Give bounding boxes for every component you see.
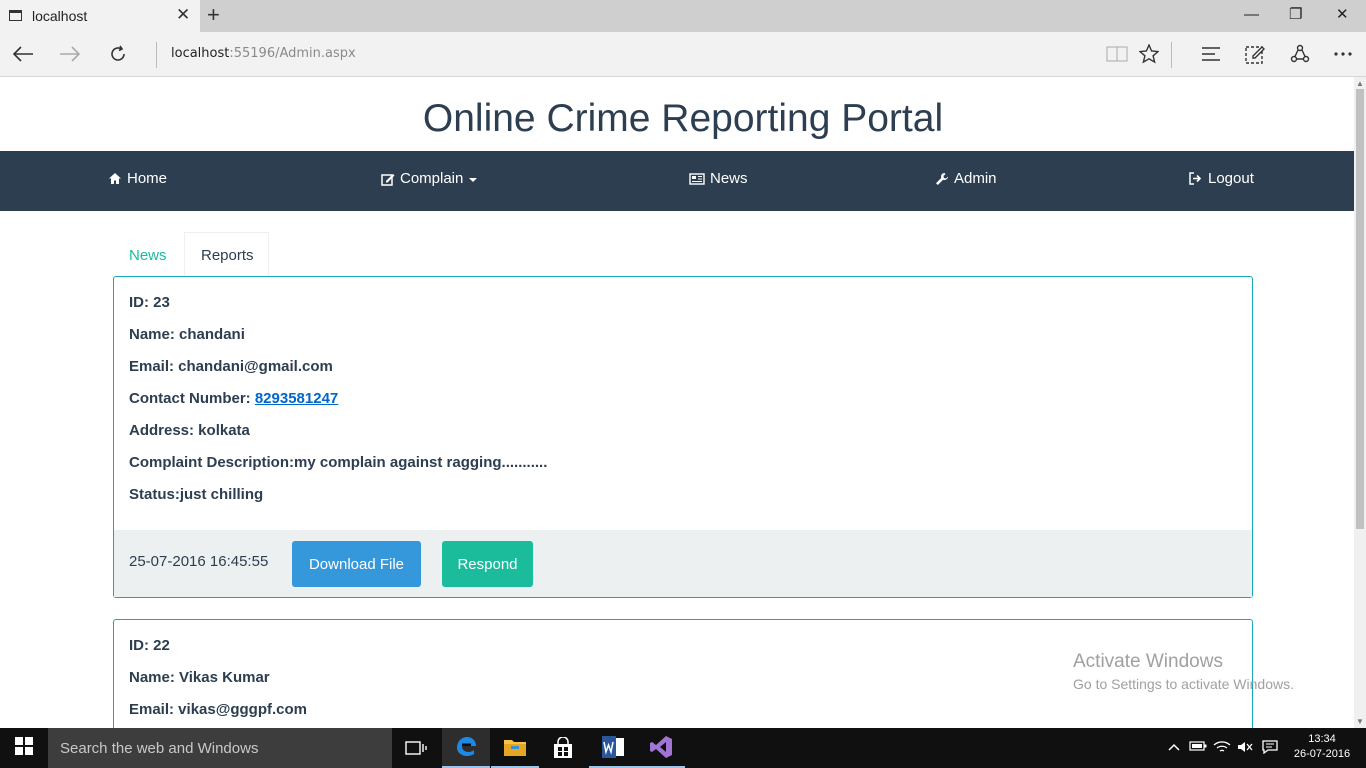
browser-tab[interactable]: localhost ✕	[0, 0, 200, 32]
report-email: Email: vikas@gggpf.com	[129, 701, 308, 718]
nav-admin-label: Admin	[954, 170, 997, 187]
scroll-down-icon[interactable]: ▼	[1356, 717, 1364, 726]
main-navbar: Home Complain News Admin Logout	[0, 151, 1354, 211]
clock-time: 13:34	[1308, 733, 1336, 745]
window-close-icon[interactable]: ✕	[1336, 6, 1349, 24]
minimize-icon[interactable]: —	[1244, 6, 1259, 24]
restore-icon[interactable]: ❐	[1289, 6, 1302, 24]
windows-logo-icon	[15, 736, 33, 760]
search-placeholder: Search the web and Windows	[60, 739, 259, 757]
nav-logout-label: Logout	[1208, 170, 1254, 187]
nav-complain-label: Complain	[400, 170, 464, 187]
scroll-thumb[interactable]	[1356, 89, 1364, 529]
contact-number-link[interactable]: 8293581247	[255, 390, 338, 407]
favorite-star-icon[interactable]	[1137, 42, 1161, 66]
battery-icon[interactable]	[1189, 740, 1207, 755]
tab-news[interactable]: News	[129, 247, 167, 264]
wrench-icon	[935, 172, 949, 186]
activate-windows-subtitle: Go to Settings to activate Windows.	[1073, 676, 1294, 692]
report-id: ID: 23	[129, 294, 170, 311]
browser-tab-bar: localhost ✕ + — ❐ ✕	[0, 0, 1366, 32]
activate-windows-title: Activate Windows	[1073, 651, 1223, 672]
edge-browser-icon[interactable]	[442, 728, 490, 768]
store-icon[interactable]	[539, 728, 587, 768]
report-address: Address: kolkata	[129, 422, 250, 439]
url-divider	[156, 42, 157, 68]
web-note-icon[interactable]	[1243, 42, 1267, 66]
nav-logout[interactable]: Logout	[1189, 170, 1254, 187]
nav-home-label: Home	[127, 170, 168, 187]
volume-muted-icon[interactable]	[1237, 740, 1253, 757]
windows-taskbar: Search the web and Windows 13:34 26-07-2…	[0, 728, 1366, 768]
report-details: ID: 22 Name: Vikas Kumar Email: vikas@gg…	[114, 620, 1252, 728]
sign-out-icon	[1189, 172, 1203, 185]
page-viewport: Online Crime Reporting Portal Home Compl…	[0, 77, 1354, 728]
page-icon	[9, 10, 22, 21]
report-timestamp: 25-07-2016 16:45:55	[129, 553, 269, 570]
back-icon[interactable]	[10, 41, 36, 67]
refresh-icon[interactable]	[105, 41, 131, 67]
report-name: Name: chandani	[129, 326, 245, 343]
taskbar-search-box[interactable]: Search the web and Windows	[48, 728, 392, 768]
report-name: Name: Vikas Kumar	[129, 669, 270, 686]
tab-close-icon[interactable]: ✕	[176, 6, 190, 24]
system-clock[interactable]: 13:34 26-07-2016	[1290, 732, 1354, 762]
nav-home[interactable]: Home	[108, 170, 167, 187]
visual-studio-icon[interactable]	[637, 728, 685, 768]
page-scrollbar[interactable]: ▲ ▼	[1354, 77, 1366, 728]
report-description: Complaint Description:my complain agains…	[129, 454, 548, 471]
word-icon[interactable]	[589, 728, 637, 768]
wifi-icon[interactable]	[1213, 740, 1231, 757]
report-footer: 25-07-2016 16:45:55 Download File Respon…	[114, 530, 1252, 597]
report-email: Email: chandani@gmail.com	[129, 358, 333, 375]
hub-icon[interactable]	[1199, 42, 1223, 66]
chevron-down-icon	[469, 177, 478, 182]
forward-icon[interactable]	[57, 41, 83, 67]
site-title: Online Crime Reporting Portal	[422, 97, 944, 140]
scroll-up-icon[interactable]: ▲	[1356, 79, 1364, 88]
tab-reports[interactable]: Reports	[184, 232, 269, 277]
new-tab-icon[interactable]: +	[207, 3, 220, 27]
nav-news[interactable]: News	[689, 170, 748, 187]
url-path: :55196/Admin.aspx	[229, 46, 356, 61]
report-card: ID: 23 Name: chandani Email: chandani@gm…	[113, 276, 1253, 598]
toolbar-divider	[1171, 42, 1172, 68]
contact-label: Contact Number:	[129, 390, 255, 407]
notification-icon[interactable]	[1262, 740, 1278, 757]
tab-title: localhost	[32, 8, 88, 24]
report-card: ID: 22 Name: Vikas Kumar Email: vikas@gg…	[113, 619, 1253, 728]
file-explorer-icon[interactable]	[491, 728, 539, 768]
clock-date: 26-07-2016	[1293, 748, 1351, 760]
url-host: localhost	[171, 46, 230, 61]
respond-button[interactable]: Respond	[442, 541, 533, 587]
task-view-icon[interactable]	[392, 728, 440, 768]
address-bar: localhost:55196/Admin.aspx	[0, 32, 1366, 77]
report-details: ID: 23 Name: chandani Email: chandani@gm…	[114, 277, 1252, 517]
url-field[interactable]: localhost:55196/Admin.aspx	[171, 46, 356, 61]
admin-tabs: News Reports	[114, 232, 1253, 277]
reading-view-icon[interactable]	[1105, 42, 1129, 66]
report-status: Status:just chilling	[129, 486, 264, 503]
chevron-up-icon[interactable]	[1168, 740, 1180, 755]
more-icon[interactable]	[1331, 42, 1355, 66]
home-icon	[108, 172, 122, 185]
newspaper-icon	[689, 172, 705, 185]
download-file-button[interactable]: Download File	[292, 541, 421, 587]
report-id: ID: 22	[129, 637, 170, 654]
edit-icon	[381, 172, 395, 186]
nav-news-label: News	[710, 170, 748, 187]
report-contact: Contact Number: 8293581247	[129, 389, 1237, 421]
nav-admin[interactable]: Admin	[935, 170, 997, 187]
nav-complain[interactable]: Complain	[381, 170, 478, 187]
start-button[interactable]	[0, 728, 48, 768]
share-icon[interactable]	[1288, 42, 1312, 66]
